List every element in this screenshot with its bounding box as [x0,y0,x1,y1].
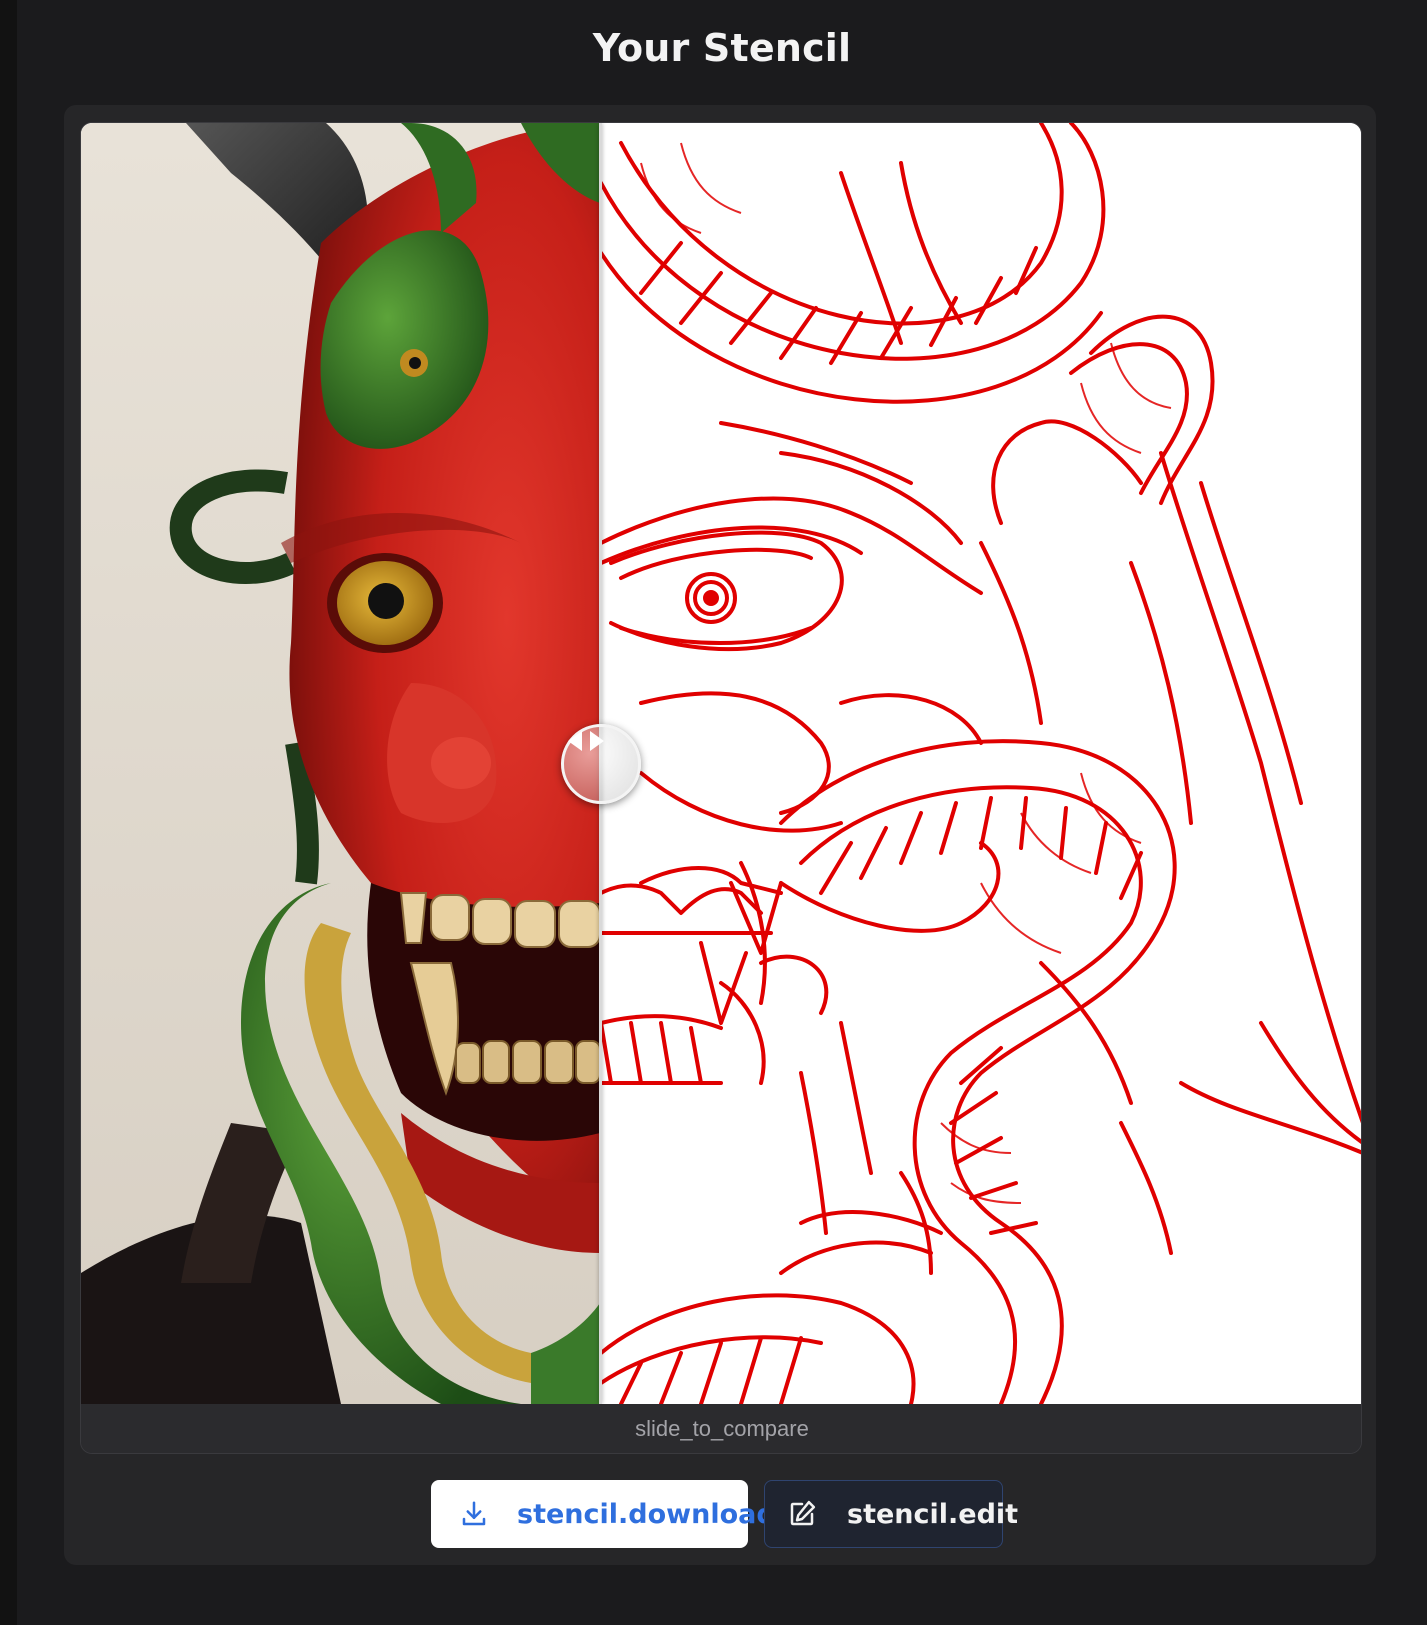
compare-slider[interactable]: slide_to_compare [80,122,1362,1454]
left-right-arrows-icon [568,731,604,751]
stencil-card: slide_to_compare stencil.download stenci… [64,105,1376,1565]
page: Your Stencil slide_to_compare stencil.do… [17,0,1427,1625]
page-title: Your Stencil [592,26,852,70]
original-image [81,123,600,1404]
action-bar: stencil.download stencil.edit [64,1480,1376,1550]
download-button-label: stencil.download [517,1498,776,1530]
original-image-pane [81,123,600,1404]
compare-viewport [81,123,1361,1404]
download-button[interactable]: stencil.download [431,1480,776,1548]
compare-handle[interactable] [561,724,641,804]
download-icon [459,1498,489,1530]
edit-icon [787,1498,817,1530]
compare-caption: slide_to_compare [81,1404,1361,1453]
edit-button[interactable]: stencil.edit [764,1480,1018,1548]
edit-button-label: stencil.edit [847,1498,1019,1530]
